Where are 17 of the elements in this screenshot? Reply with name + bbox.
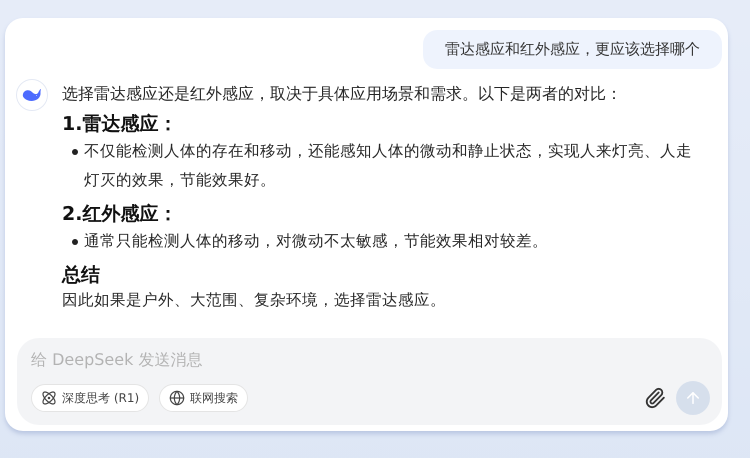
globe-icon (169, 390, 186, 406)
web-search-toggle[interactable]: 联网搜索 (159, 384, 248, 412)
whale-logo-icon (22, 87, 42, 103)
reply-intro: 选择雷达感应还是红外感应，取决于具体应用场景和需求。以下是两者的对比： (62, 83, 623, 105)
atom-icon (41, 390, 57, 406)
section-heading: 1.雷达感应： (62, 112, 178, 137)
bullet-icon (72, 239, 78, 245)
user-message: 雷达感应和红外感应，更应该选择哪个 (423, 30, 722, 69)
section-heading: 2.红外感应： (62, 202, 178, 227)
section-heading: 总结 (62, 263, 101, 288)
attach-icon[interactable] (644, 387, 666, 409)
bullet-text: 不仅能检测人体的存在和移动，还能感知人体的微动和静止状态，实现人来灯亮、人走灯灭的效果，节能效果好。 (84, 141, 693, 191)
bullet-icon (72, 149, 78, 155)
deep-think-toggle[interactable]: 深度思考 (R1) (31, 384, 150, 412)
bullet-text: 通常只能检测人体的移动，对微动不太敏感，节能效果相对较差。 (84, 231, 549, 252)
message-input[interactable]: 给 DeepSeek 发送消息 (31, 348, 431, 371)
summary-text: 因此如果是户外、大范围、复杂环境，选择雷达感应。 (62, 290, 447, 311)
